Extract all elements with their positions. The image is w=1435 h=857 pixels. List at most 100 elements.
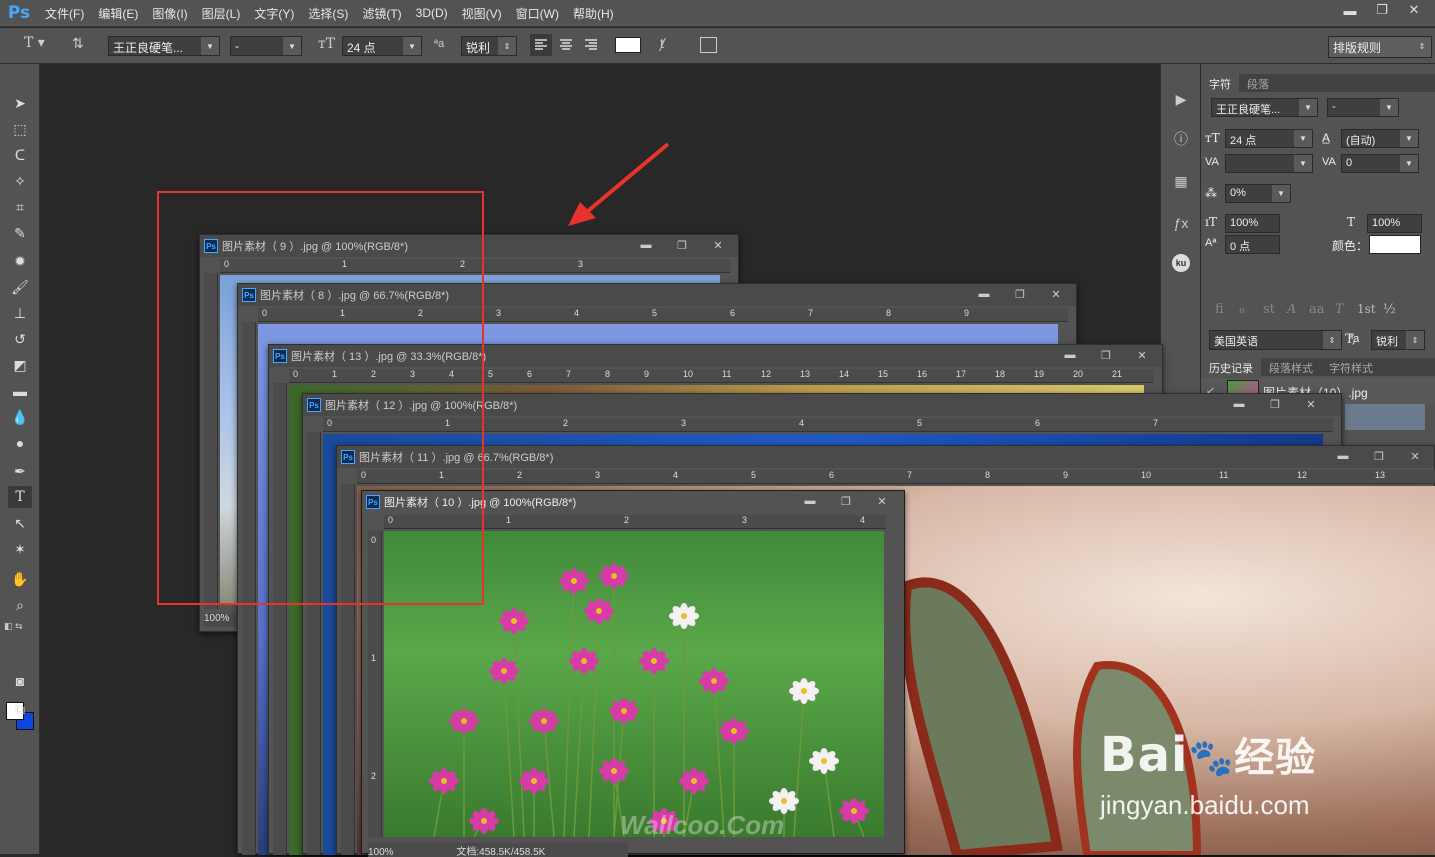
- info-icon[interactable]: ⓘ: [1169, 128, 1193, 150]
- align-center-button[interactable]: [555, 34, 577, 56]
- tab-paragraph[interactable]: 段落: [1239, 74, 1277, 92]
- doc-restore-button[interactable]: ❐: [1002, 284, 1038, 304]
- eyedropper-tool-icon[interactable]: ✎: [8, 222, 32, 244]
- menu-window[interactable]: 窗口(W): [516, 5, 559, 22]
- swash-button[interactable]: A: [1287, 302, 1296, 317]
- gradient-tool-icon[interactable]: ▬: [8, 380, 32, 402]
- tab-history[interactable]: 历史记录: [1201, 358, 1261, 376]
- doc-minimize-button[interactable]: ▬: [966, 284, 1002, 304]
- menu-file[interactable]: 文件(F): [45, 5, 84, 22]
- char-vscale-input[interactable]: 100%: [1225, 214, 1280, 233]
- type-tool-preset-icon[interactable]: T ▾: [24, 35, 45, 51]
- menu-filter[interactable]: 滤镜(T): [362, 5, 401, 22]
- default-colors-icon[interactable]: ◧ ⇆: [4, 621, 23, 632]
- align-left-button[interactable]: [530, 34, 552, 56]
- doc-minimize-button[interactable]: ▬: [1325, 446, 1361, 466]
- antialias-select[interactable]: 锐利 ⇕: [461, 36, 517, 56]
- menu-layer[interactable]: 图层(L): [202, 5, 241, 22]
- doc-minimize-button[interactable]: ▬: [628, 235, 664, 255]
- menu-view[interactable]: 视图(V): [462, 5, 502, 22]
- character-panel-toggle-icon[interactable]: [700, 37, 717, 53]
- history-brush-tool-icon[interactable]: ↺: [8, 328, 32, 350]
- ordinals-button[interactable]: 1st: [1357, 302, 1376, 316]
- pen-tool-icon[interactable]: ✒: [8, 460, 32, 482]
- doc-restore-button[interactable]: ❐: [1257, 394, 1293, 414]
- swatches-grid-icon[interactable]: ▦: [1169, 170, 1193, 192]
- document-title[interactable]: 图片素材（ 11 ）.jpg @ 66.7%(RGB/8*): [337, 446, 1434, 468]
- font-family-select[interactable]: 王正良硬笔... ▼: [108, 36, 220, 56]
- screen-mode-icon[interactable]: ⧉: [8, 698, 32, 720]
- ligatures-button[interactable]: fi: [1215, 302, 1224, 317]
- doc-close-button[interactable]: ✕: [700, 235, 736, 255]
- menu-3d[interactable]: 3D(D): [416, 6, 448, 20]
- language-select[interactable]: 美国英语 ⇕: [1209, 330, 1342, 350]
- text-orientation-icon[interactable]: ⇅: [72, 35, 84, 52]
- old-style-button[interactable]: ℴ: [1239, 302, 1245, 317]
- kuler-icon[interactable]: ku: [1169, 252, 1193, 274]
- char-tracking-select[interactable]: 0 ▼: [1341, 154, 1419, 173]
- doc-close-button[interactable]: ✕: [1293, 394, 1329, 414]
- char-color-swatch[interactable]: [1369, 235, 1421, 254]
- align-right-button[interactable]: [580, 34, 602, 56]
- doc-close-button[interactable]: ✕: [1397, 446, 1433, 466]
- crop-tool-icon[interactable]: ⌗: [8, 196, 32, 218]
- text-color-swatch[interactable]: [615, 37, 641, 53]
- char-baseline-input[interactable]: 0 点: [1225, 235, 1280, 254]
- blur-tool-icon[interactable]: 💧: [8, 406, 32, 428]
- doc-restore-button[interactable]: ❐: [664, 235, 700, 255]
- menu-help[interactable]: 帮助(H): [573, 5, 614, 22]
- adjustments-fx-icon[interactable]: ƒx: [1169, 212, 1193, 234]
- doc-minimize-button[interactable]: ▬: [792, 491, 828, 511]
- titling-alternates-button[interactable]: T: [1335, 302, 1344, 317]
- quick-mask-icon[interactable]: ◙: [8, 670, 32, 692]
- char-leading-select[interactable]: (自动) ▼: [1341, 129, 1419, 148]
- font-style-select[interactable]: - ▼: [230, 36, 302, 56]
- marquee-tool-icon[interactable]: ⬚: [8, 118, 32, 140]
- menu-select[interactable]: 选择(S): [308, 5, 348, 22]
- char-antialias-select[interactable]: 锐利 ⇕: [1371, 330, 1425, 350]
- char-size-select[interactable]: 24 点 ▼: [1225, 129, 1313, 148]
- healing-brush-tool-icon[interactable]: ✹: [8, 250, 32, 272]
- doc-close-button[interactable]: ✕: [864, 491, 900, 511]
- doc-minimize-button[interactable]: ▬: [1221, 394, 1257, 414]
- tab-paragraph-styles[interactable]: 段落样式: [1261, 358, 1321, 376]
- char-hscale-input[interactable]: 100%: [1367, 214, 1422, 233]
- path-selection-tool-icon[interactable]: ↖: [8, 512, 32, 534]
- char-tsume-select[interactable]: 0% ▼: [1225, 184, 1291, 203]
- workspace-select[interactable]: 排版规则 ⇕: [1328, 36, 1432, 58]
- history-state-selected[interactable]: [1345, 404, 1425, 430]
- minimize-button[interactable]: ▬: [1334, 0, 1366, 20]
- dodge-tool-icon[interactable]: ●: [8, 432, 32, 454]
- move-tool-icon[interactable]: ➤: [8, 92, 32, 114]
- font-size-select[interactable]: 24 点 ▼: [342, 36, 422, 56]
- tab-character[interactable]: 字符: [1201, 74, 1239, 92]
- warp-text-icon[interactable]: ⱦ: [660, 35, 664, 51]
- doc-restore-button[interactable]: ❐: [1361, 446, 1397, 466]
- clone-stamp-tool-icon[interactable]: ⊥: [8, 302, 32, 324]
- doc-restore-button[interactable]: ❐: [828, 491, 864, 511]
- menu-type[interactable]: 文字(Y): [254, 5, 294, 22]
- magic-wand-tool-icon[interactable]: ✧: [8, 170, 32, 192]
- brush-tool-icon[interactable]: 🖌: [8, 276, 32, 298]
- doc-minimize-button[interactable]: ▬: [1052, 345, 1088, 365]
- char-kerning-select[interactable]: ▼: [1225, 154, 1313, 173]
- doc-close-button[interactable]: ✕: [1038, 284, 1074, 304]
- fractions-button[interactable]: ½: [1383, 302, 1396, 317]
- char-font-style-select[interactable]: - ▼: [1327, 98, 1399, 117]
- doc-restore-button[interactable]: ❐: [1088, 345, 1124, 365]
- doc-close-button[interactable]: ✕: [1124, 345, 1160, 365]
- zoom-tool-icon[interactable]: ⌕: [8, 594, 32, 616]
- discretionary-ligatures-button[interactable]: st: [1263, 302, 1275, 317]
- menu-image[interactable]: 图像(I): [152, 5, 187, 22]
- menu-edit[interactable]: 编辑(E): [98, 5, 138, 22]
- char-font-family-select[interactable]: 王正良硬笔... ▼: [1211, 98, 1318, 117]
- shape-tool-icon[interactable]: ✶: [8, 538, 32, 560]
- actions-play-icon[interactable]: ▶: [1169, 88, 1193, 110]
- close-button[interactable]: ✕: [1398, 0, 1430, 20]
- type-tool-icon[interactable]: T: [8, 486, 32, 508]
- lasso-tool-icon[interactable]: ᑕ: [8, 144, 32, 166]
- doc-zoom-level[interactable]: 100%: [368, 847, 394, 857]
- restore-button[interactable]: ❐: [1366, 0, 1398, 20]
- eraser-tool-icon[interactable]: ◩: [8, 354, 32, 376]
- hand-tool-icon[interactable]: ✋: [8, 568, 32, 590]
